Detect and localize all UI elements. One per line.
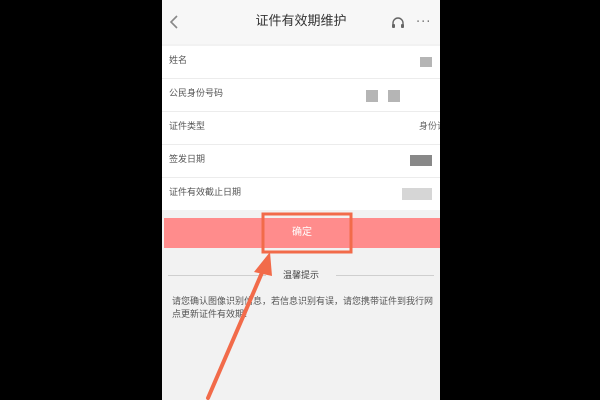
row-value: 身份证 <box>418 122 440 132</box>
form-row-name[interactable]: 姓名 <box>162 46 440 79</box>
confirm-button[interactable]: 确定 <box>164 218 440 248</box>
customer-service-button[interactable] <box>390 15 406 31</box>
form-row-expiry-date[interactable]: 证件有效截止日期 <box>162 178 440 210</box>
divider <box>168 275 266 276</box>
form-row-issue-date[interactable]: 签发日期 <box>162 145 440 178</box>
masked-value <box>388 90 400 102</box>
tips-header: 温馨提示 <box>162 266 440 286</box>
tips-title: 温馨提示 <box>282 271 319 281</box>
row-label: 证件类型 <box>169 122 206 132</box>
row-label: 姓名 <box>169 56 188 66</box>
form-row-id-number[interactable]: 公民身份号码 <box>162 79 440 112</box>
row-label: 证件有效截止日期 <box>169 188 242 198</box>
masked-value <box>366 90 378 102</box>
more-button[interactable]: ··· <box>416 16 434 30</box>
masked-value <box>420 57 432 67</box>
form-row-id-type[interactable]: 证件类型 身份证 <box>162 112 440 145</box>
phone-screen: 证件有效期维护 ··· 姓名 公民身份号码 证件类型 身份 签发日期 证件有效截… <box>162 0 440 400</box>
page-title: 证件有效期维护 <box>255 14 347 29</box>
masked-value <box>410 155 432 166</box>
tips-text: 请您确认图像识别信息，若信息识别有误，请您携带证件到我行网点更新证件有效期! <box>172 297 434 320</box>
headset-icon <box>392 17 404 28</box>
back-button[interactable] <box>164 10 184 34</box>
id-form: 姓名 公民身份号码 证件类型 身份证 签发日期 证件有效截止日期 <box>162 46 440 210</box>
divider <box>336 275 434 276</box>
masked-value <box>402 188 432 200</box>
row-label: 签发日期 <box>169 155 206 165</box>
row-label: 公民身份号码 <box>169 89 224 99</box>
screenshot-stage: 证件有效期维护 ··· 姓名 公民身份号码 证件类型 身份 签发日期 证件有效截… <box>0 0 600 400</box>
chevron-left-icon <box>169 15 178 29</box>
nav-bar: 证件有效期维护 ··· <box>162 0 440 44</box>
